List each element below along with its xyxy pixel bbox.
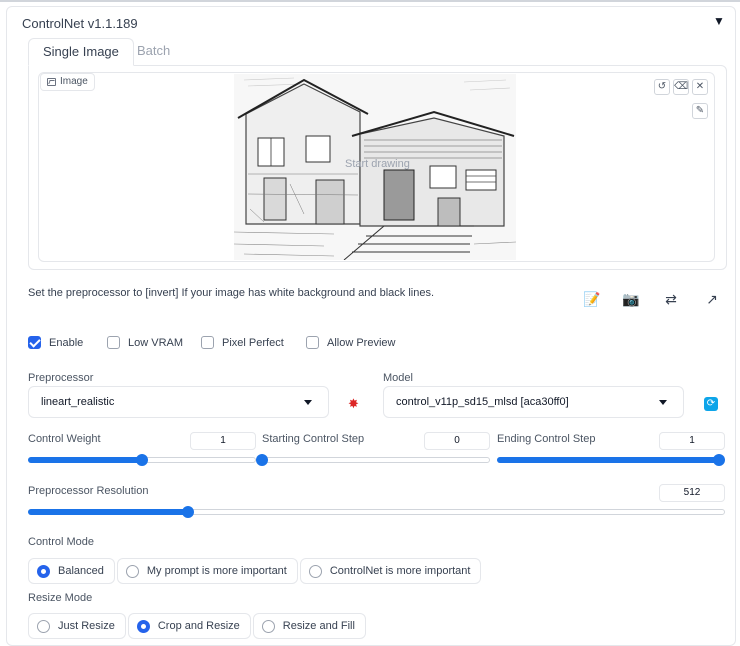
control-mode-label: Control Mode — [28, 536, 95, 548]
radio-indicator[interactable] — [308, 564, 322, 578]
allow-preview-checkbox[interactable]: Allow Preview — [306, 336, 395, 349]
control-mode-group: Balanced My prompt is more important Con… — [28, 558, 482, 584]
enable-checkbox[interactable]: Enable — [28, 336, 83, 349]
resize-mode-resize-and-fill-label: Resize and Fill — [282, 620, 355, 632]
panel-title: ControlNet v1.1.189 — [22, 16, 138, 31]
radio-indicator[interactable] — [261, 619, 275, 633]
allow-preview-checkbox-box[interactable] — [306, 336, 319, 349]
control-mode-prompt-label: My prompt is more important — [146, 565, 287, 577]
resize-mode-label: Resize Mode — [28, 592, 93, 604]
swap-icon[interactable]: ⇄ — [661, 290, 681, 308]
low-vram-label: Low VRAM — [128, 336, 184, 349]
pixel-perfect-label: Pixel Perfect — [222, 336, 284, 349]
start-drawing-hint: Start drawing — [345, 158, 410, 170]
ending-step-input[interactable]: 1 — [659, 432, 725, 450]
resolution-label: Preprocessor Resolution — [28, 485, 149, 497]
resize-mode-group: Just Resize Crop and Resize Resize and F… — [28, 613, 366, 639]
undo-icon[interactable]: ↺ — [654, 79, 670, 95]
control-weight-input[interactable]: 1 — [190, 432, 256, 450]
enable-checkbox-box[interactable] — [28, 336, 41, 349]
camera-icon[interactable]: 📷 — [621, 290, 641, 308]
radio-indicator[interactable] — [37, 564, 50, 578]
collapse-toggle-icon[interactable]: ▼ — [713, 14, 725, 28]
brush-icon[interactable]: ✎ — [692, 103, 708, 119]
starting-step-input[interactable]: 0 — [424, 432, 490, 450]
control-mode-controlnet-label: ControlNet is more important — [329, 565, 471, 577]
radio-indicator[interactable] — [37, 619, 50, 633]
control-mode-prompt[interactable]: My prompt is more important — [116, 558, 298, 584]
resize-mode-just-resize[interactable]: Just Resize — [28, 613, 126, 639]
model-label: Model — [383, 372, 413, 384]
starting-step-label: Starting Control Step — [262, 433, 365, 445]
run-preprocessor-icon[interactable]: ✸ — [348, 396, 359, 412]
image-field-label: Image — [40, 73, 95, 91]
resize-mode-crop-and-resize-label: Crop and Resize — [157, 620, 240, 632]
radio-indicator[interactable] — [125, 564, 139, 578]
control-weight-label: Control Weight — [28, 433, 101, 445]
preprocessor-select[interactable]: lineart_realistic — [28, 386, 329, 418]
control-mode-controlnet[interactable]: ControlNet is more important — [299, 558, 482, 584]
resolution-slider[interactable] — [28, 505, 725, 519]
image-label-text: Image — [60, 76, 88, 87]
resize-mode-crop-and-resize[interactable]: Crop and Resize — [127, 613, 251, 639]
refresh-models-icon[interactable]: ⟳ — [704, 397, 718, 411]
pixel-perfect-checkbox[interactable]: Pixel Perfect — [201, 336, 284, 349]
tab-single-image[interactable]: Single Image — [28, 38, 134, 66]
chevron-down-icon — [304, 400, 312, 405]
pixel-perfect-checkbox-box[interactable] — [201, 336, 214, 349]
model-value: control_v11p_sd15_mlsd [aca30ff0] — [396, 396, 569, 408]
image-icon — [47, 78, 56, 86]
control-weight-slider[interactable] — [28, 453, 256, 467]
model-select[interactable]: control_v11p_sd15_mlsd [aca30ff0] — [383, 386, 684, 418]
top-divider — [0, 0, 740, 2]
edit-canvas-icon[interactable]: 📝 — [582, 290, 602, 308]
allow-preview-label: Allow Preview — [327, 336, 396, 349]
ending-step-slider[interactable] — [497, 453, 725, 467]
low-vram-checkbox[interactable]: Low VRAM — [107, 336, 183, 349]
resize-mode-resize-and-fill[interactable]: Resize and Fill — [252, 613, 366, 639]
preprocessor-value: lineart_realistic — [41, 396, 115, 408]
control-mode-balanced-label: Balanced — [58, 565, 104, 577]
resolution-input[interactable]: 512 — [659, 484, 725, 502]
preprocessor-label: Preprocessor — [28, 372, 94, 384]
chevron-down-icon — [659, 400, 667, 405]
preprocessor-hint: Set the preprocessor to [invert] If your… — [28, 287, 434, 299]
control-mode-balanced[interactable]: Balanced — [28, 558, 115, 584]
starting-step-slider[interactable] — [256, 453, 490, 467]
low-vram-checkbox-box[interactable] — [107, 336, 120, 349]
send-dimensions-icon[interactable]: ↗ — [702, 290, 722, 308]
enable-label: Enable — [49, 336, 84, 349]
resize-mode-just-resize-label: Just Resize — [58, 620, 115, 632]
ending-step-label: Ending Control Step — [497, 433, 596, 445]
radio-indicator[interactable] — [136, 619, 150, 633]
close-icon[interactable]: ✕ — [692, 79, 708, 95]
eraser-icon[interactable]: ⌫ — [673, 79, 689, 95]
